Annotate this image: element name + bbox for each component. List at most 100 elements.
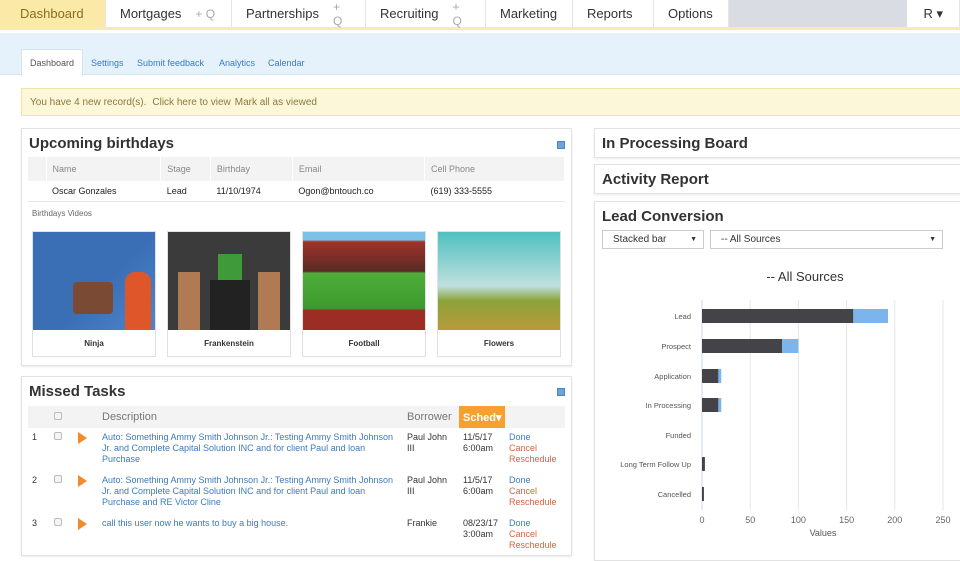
bar-series-1[interactable] [702, 457, 705, 471]
plus-search-icons[interactable]: + Q [333, 0, 351, 28]
birthdays-table: Name Stage Birthday Email Cell Phone Oscar G… [28, 157, 565, 202]
chart-title: -- All Sources [766, 269, 844, 284]
bar-series-1[interactable] [702, 487, 704, 501]
task-description-link[interactable]: Auto: Something Ammy Smith Johnson Jr.: … [98, 471, 403, 514]
col-email: Email [292, 157, 426, 181]
table-row[interactable]: 2 Auto: Something Ammy Smith Johnson Jr.… [28, 471, 565, 514]
cancel-link[interactable]: Cancel [509, 529, 561, 540]
row-checkbox[interactable] [54, 475, 62, 483]
nav-recruiting[interactable]: Recruiting + Q [366, 0, 486, 28]
video-frankenstein[interactable]: Frankenstein [167, 231, 291, 357]
x-tick-label: 150 [839, 515, 854, 525]
chart-type-select[interactable]: Stacked bar ▼ [602, 230, 704, 249]
nav-label: Mortgages [120, 6, 182, 21]
row-checkbox[interactable] [54, 518, 62, 526]
cancel-link[interactable]: Cancel [509, 486, 561, 497]
x-tick-label: 0 [699, 515, 704, 525]
cell: Ogon@bntouch.co [292, 181, 425, 202]
bar-series-2[interactable] [782, 339, 799, 353]
x-axis-label: Values [810, 528, 837, 538]
tab-dashboard[interactable]: Dashboard [21, 49, 84, 76]
borrower: Frankie [407, 518, 438, 528]
col-borrower: Borrower [403, 406, 459, 428]
activity-report-panel[interactable]: Activity Report [594, 164, 960, 194]
collapse-icon[interactable] [557, 388, 565, 396]
tab-calendar[interactable]: Calendar [260, 49, 313, 76]
tab-analytics[interactable]: Analytics [211, 49, 263, 76]
nav-partnerships[interactable]: Partnerships + Q [232, 0, 366, 28]
notice-text: You have 4 new record(s). [30, 96, 147, 108]
nav-options[interactable]: Options [654, 0, 729, 27]
video-football[interactable]: Football [302, 231, 426, 357]
time: 3:00am [463, 529, 494, 539]
missed-tasks-panel: Missed Tasks Description Borrower Sched▾ 1… [21, 376, 572, 556]
source-select[interactable]: -- All Sources ▼ [710, 230, 943, 249]
top-nav: Dashboard Mortgages + Q Partnerships + Q R… [0, 0, 960, 30]
table-row[interactable]: Oscar Gonzales Lead 11/10/1974 Ogon@bntouch… [28, 181, 565, 202]
nav-marketing[interactable]: Marketing [486, 0, 573, 27]
y-category-label: Application [654, 372, 691, 381]
borrower: Paul John III [407, 475, 448, 496]
video-caption: Ninja [84, 339, 104, 348]
row-number: 1 [32, 432, 38, 442]
col-birthday: Birthday [210, 157, 293, 181]
bar-series-1[interactable] [702, 369, 719, 383]
x-tick-label: 100 [791, 515, 806, 525]
row-checkbox[interactable] [54, 432, 62, 440]
col-stage: Stage [160, 157, 211, 181]
y-category-label: Lead [674, 312, 691, 321]
x-tick-label: 50 [745, 515, 755, 525]
video-ninja[interactable]: Ninja [32, 231, 156, 357]
plus-search-icons[interactable]: + Q [195, 7, 215, 21]
task-description-link[interactable]: call this user now he wants to buy a big… [98, 514, 403, 557]
nav-reports[interactable]: Reports [573, 0, 654, 27]
nav-dashboard[interactable]: Dashboard [0, 0, 106, 27]
bar-series-1[interactable] [702, 398, 719, 412]
lead-conversion-chart: -- All Sources 0 50 100 150 200 250 Lead Prospec… [620, 269, 950, 538]
bar-series-1[interactable] [702, 309, 854, 323]
x-tick-label: 200 [887, 515, 902, 525]
video-flowers[interactable]: Flowers [437, 231, 561, 357]
y-category-label: Long Term Follow Up [620, 460, 691, 469]
done-link[interactable]: Done [509, 475, 561, 486]
upcoming-birthdays-panel: Upcoming birthdays Name Stage Birthday Emai… [21, 128, 572, 366]
videos-label: Birthdays Videos [32, 209, 92, 218]
tab-submit-feedback[interactable]: Submit feedback [129, 49, 212, 76]
bar-series-2[interactable] [718, 398, 722, 412]
play-icon[interactable] [78, 432, 87, 444]
task-description-link[interactable]: Auto: Something Ammy Smith Johnson Jr.: … [98, 428, 403, 471]
reschedule-link[interactable]: Reschedule [509, 454, 561, 465]
view-link[interactable]: Click here to view [152, 97, 230, 108]
mark-viewed-link[interactable]: Mark all as viewed [235, 97, 317, 108]
table-row[interactable]: 1 Auto: Something Ammy Smith Johnson Jr.… [28, 428, 565, 471]
user-menu[interactable]: R ▾ [907, 0, 960, 27]
in-processing-board-panel[interactable]: In Processing Board [594, 128, 960, 158]
tab-settings[interactable]: Settings [83, 49, 132, 76]
done-link[interactable]: Done [509, 432, 561, 443]
play-icon[interactable] [78, 518, 87, 530]
table-row[interactable]: 3 call this user now he wants to buy a b… [28, 514, 565, 557]
y-category-label: Cancelled [658, 490, 691, 499]
collapse-icon[interactable] [557, 141, 565, 149]
y-category-label: In Processing [646, 401, 691, 410]
bar-series-2[interactable] [853, 309, 889, 323]
reschedule-link[interactable]: Reschedule [509, 540, 561, 551]
col-sched-sort[interactable]: Sched▾ [459, 406, 505, 428]
panel-title: Activity Report [602, 171, 709, 188]
cancel-link[interactable]: Cancel [509, 443, 561, 454]
nav-label: Partnerships [246, 6, 319, 21]
bar-series-1[interactable] [702, 339, 783, 353]
select-all-checkbox[interactable] [54, 412, 62, 420]
plus-search-icons[interactable]: + Q [453, 0, 471, 28]
done-link[interactable]: Done [509, 518, 561, 529]
nav-mortgages[interactable]: Mortgages + Q [106, 0, 232, 27]
panel-title: In Processing Board [602, 135, 748, 152]
reschedule-link[interactable]: Reschedule [509, 497, 561, 508]
row-number: 3 [32, 518, 38, 528]
play-icon[interactable] [78, 475, 87, 487]
bar-series-2[interactable] [718, 369, 722, 383]
video-caption: Flowers [483, 339, 515, 348]
select-value: -- All Sources [721, 234, 781, 245]
cell: Oscar Gonzales [46, 181, 161, 202]
x-tick-label: 250 [935, 515, 950, 525]
